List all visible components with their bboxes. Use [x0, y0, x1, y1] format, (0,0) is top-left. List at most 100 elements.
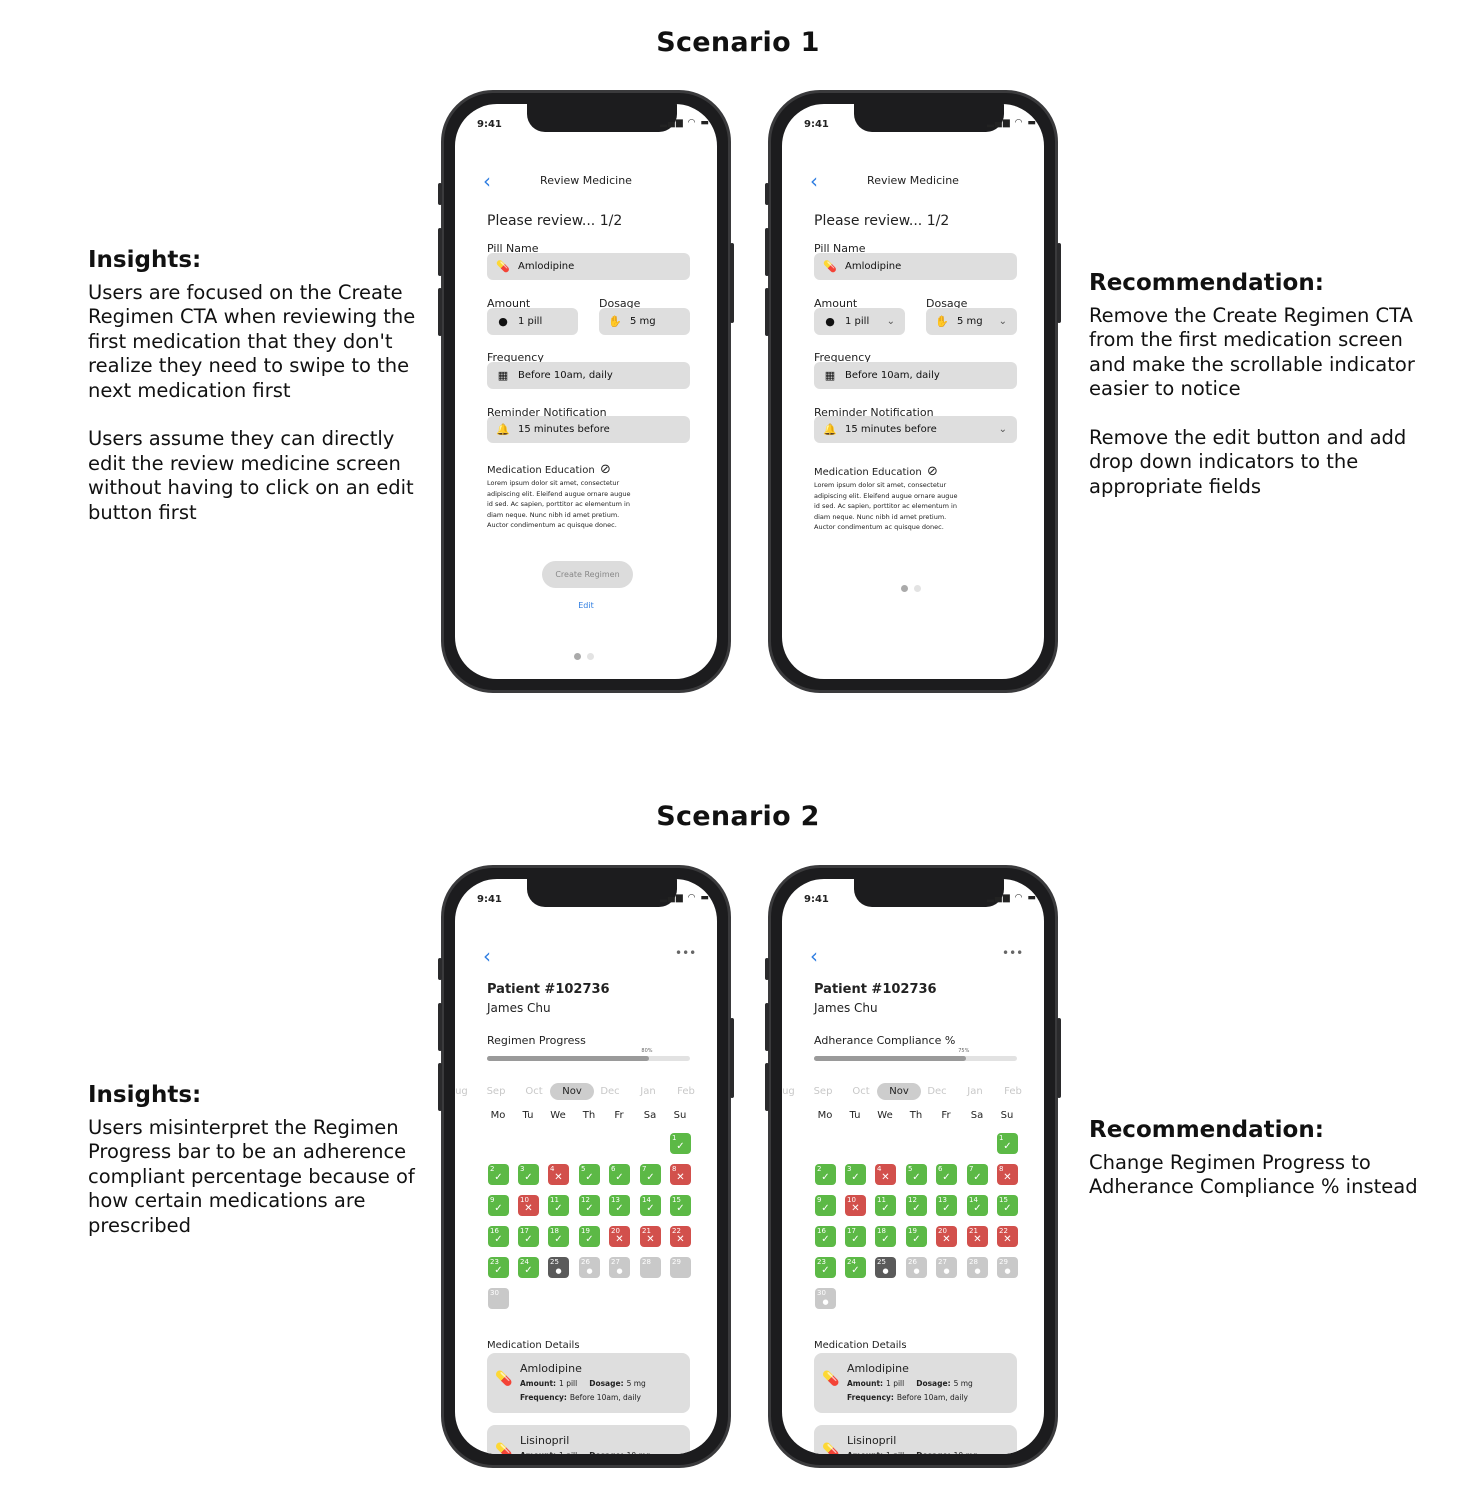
insight-text: Users assume they can directly edit the … — [88, 427, 414, 524]
calendar-day-2[interactable]: 2 ✓ — [488, 1164, 509, 1185]
chevron-down-icon[interactable]: ⌄ — [999, 424, 1007, 435]
create-regimen-button[interactable]: Create Regimen — [542, 561, 633, 588]
calendar-day-19[interactable]: 19 ✓ — [579, 1226, 600, 1247]
calendar-day-16[interactable]: 16 ✓ — [488, 1226, 509, 1247]
calendar-day-27[interactable]: 27 ● — [936, 1257, 957, 1278]
calendar-day-27[interactable]: 27 ● — [609, 1257, 630, 1278]
calendar-day-7[interactable]: 7 ✓ — [640, 1164, 661, 1185]
dosage-field[interactable]: ✋ 5 mg — [599, 308, 690, 335]
calendar-day-25[interactable]: 25 ● — [548, 1257, 569, 1278]
calendar-day-26[interactable]: 26 ● — [906, 1257, 927, 1278]
amount-field[interactable]: ● 1 pill — [487, 308, 578, 335]
calendar-day-7[interactable]: 7 ✓ — [967, 1164, 988, 1185]
check-icon: ✓ — [973, 1203, 982, 1214]
calendar-day-6[interactable]: 6 ✓ — [609, 1164, 630, 1185]
insight-text: Users are focused on the Create Regimen … — [88, 280, 416, 402]
month-tab-feb[interactable]: Feb — [664, 1083, 708, 1100]
calendar-day-8[interactable]: 8 ✕ — [997, 1164, 1018, 1185]
calendar-day-18[interactable]: 18 ✓ — [548, 1226, 569, 1247]
calendar-day-8[interactable]: 8 ✕ — [670, 1164, 691, 1185]
calendar-day-12[interactable]: 12 ✓ — [579, 1195, 600, 1216]
month-tab-feb[interactable]: Feb — [991, 1083, 1035, 1100]
calendar-day-29[interactable]: 29 ● — [997, 1257, 1018, 1278]
calendar-day-14[interactable]: 14 ✓ — [640, 1195, 661, 1216]
calendar-day-3[interactable]: 3 ✓ — [845, 1164, 866, 1185]
calendar-day-1[interactable]: 1 ✓ — [997, 1133, 1018, 1154]
calendar-day-1[interactable]: 1 ✓ — [670, 1133, 691, 1154]
amount-label: Amount: — [520, 1451, 556, 1454]
calendar-day-15[interactable]: 15 ✓ — [670, 1195, 691, 1216]
medication-card[interactable]: 💊 Lisinopril Amount:1 pill Dosage: 10 mg — [487, 1425, 690, 1454]
calendar-day-28[interactable]: 28 — [640, 1257, 661, 1278]
calendar-day-6[interactable]: 6 ✓ — [936, 1164, 957, 1185]
calendar-day-17[interactable]: 17 ✓ — [518, 1226, 539, 1247]
calendar-day-22[interactable]: 22 ✕ — [997, 1226, 1018, 1247]
calendar-day-22[interactable]: 22 ✕ — [670, 1226, 691, 1247]
calendar-day-12[interactable]: 12 ✓ — [906, 1195, 927, 1216]
back-chevron-icon[interactable]: ‹ — [483, 946, 491, 966]
calendar-day-20[interactable]: 20 ✕ — [609, 1226, 630, 1247]
calendar-day-18[interactable]: 18 ✓ — [875, 1226, 896, 1247]
calendar-day-25[interactable]: 25 ● — [875, 1257, 896, 1278]
chevron-down-icon[interactable]: ⌄ — [999, 316, 1007, 327]
calendar-day-14[interactable]: 14 ✓ — [967, 1195, 988, 1216]
calendar-day-4[interactable]: 4 ✕ — [548, 1164, 569, 1185]
calendar-day-17[interactable]: 17 ✓ — [845, 1226, 866, 1247]
calendar-day-2[interactable]: 2 ✓ — [815, 1164, 836, 1185]
dosage-field[interactable]: ✋ 5 mg ⌄ — [926, 308, 1017, 335]
power-button — [730, 1018, 734, 1098]
page-indicator-dot[interactable] — [574, 653, 581, 660]
calendar-day-9[interactable]: 9 ✓ — [488, 1195, 509, 1216]
page-indicator-dot[interactable] — [914, 585, 921, 592]
medication-card[interactable]: 💊 Amlodipine Amount: 1 pill Dosage: 5 mg Frequ… — [487, 1353, 690, 1413]
amount-field[interactable]: ● 1 pill ⌄ — [814, 308, 905, 335]
medication-card[interactable]: 💊 Amlodipine Amount: 1 pill Dosage: 5 mg Frequ… — [814, 1353, 1017, 1413]
calendar-day-30[interactable]: 30 ● — [815, 1288, 836, 1309]
medication-name: Amlodipine — [520, 1362, 582, 1375]
calendar-day-11[interactable]: 11 ✓ — [875, 1195, 896, 1216]
frequency-field[interactable]: ▦ Before 10am, daily — [814, 362, 1017, 389]
calendar-day-13[interactable]: 13 ✓ — [609, 1195, 630, 1216]
page-indicator-dot[interactable] — [587, 653, 594, 660]
calendar-day-10[interactable]: 10 ✕ — [845, 1195, 866, 1216]
calendar-clock-icon: ▦ — [824, 369, 836, 382]
more-options-icon[interactable]: ••• — [675, 946, 696, 960]
calendar-day-30[interactable]: 30 — [488, 1288, 509, 1309]
edit-link[interactable]: Edit — [455, 601, 717, 610]
calendar-day-21[interactable]: 21 ✕ — [967, 1226, 988, 1247]
calendar-day-19[interactable]: 19 ✓ — [906, 1226, 927, 1247]
calendar-day-29[interactable]: 29 — [670, 1257, 691, 1278]
calendar-day-21[interactable]: 21 ✕ — [640, 1226, 661, 1247]
calendar-day-20[interactable]: 20 ✕ — [936, 1226, 957, 1247]
calendar-day-16[interactable]: 16 ✓ — [815, 1226, 836, 1247]
calendar-day-24[interactable]: 24 ✓ — [518, 1257, 539, 1278]
calendar-day-9[interactable]: 9 ✓ — [815, 1195, 836, 1216]
calendar-day-5[interactable]: 5 ✓ — [579, 1164, 600, 1185]
dot-icon: ● — [586, 1267, 593, 1275]
calendar-day-4[interactable]: 4 ✕ — [875, 1164, 896, 1185]
progress-percent-label: 80% — [641, 1048, 653, 1054]
calendar-day-13[interactable]: 13 ✓ — [936, 1195, 957, 1216]
calendar-day-23[interactable]: 23 ✓ — [815, 1257, 836, 1278]
calendar-day-26[interactable]: 26 ● — [579, 1257, 600, 1278]
medication-card[interactable]: 💊 Lisinopril Amount:1 pill Dosage: 10 mg — [814, 1425, 1017, 1454]
calendar-day-15[interactable]: 15 ✓ — [997, 1195, 1018, 1216]
back-chevron-icon[interactable]: ‹ — [810, 946, 818, 966]
calendar-day-11[interactable]: 11 ✓ — [548, 1195, 569, 1216]
chevron-down-icon[interactable]: ⌄ — [887, 316, 895, 327]
pill-name-field[interactable]: 💊 Amlodipine — [487, 253, 690, 280]
more-options-icon[interactable]: ••• — [1002, 946, 1023, 960]
reminder-field[interactable]: 🔔 15 minutes before — [487, 416, 690, 443]
pill-name-field[interactable]: 💊 Amlodipine — [814, 253, 1017, 280]
calendar-day-23[interactable]: 23 ✓ — [488, 1257, 509, 1278]
calendar-day-3[interactable]: 3 ✓ — [518, 1164, 539, 1185]
page-indicator-dot[interactable] — [901, 585, 908, 592]
medication-details-label: Medication Details — [487, 1340, 580, 1351]
calendar-day-5[interactable]: 5 ✓ — [906, 1164, 927, 1185]
frequency-field[interactable]: ▦ Before 10am, daily — [487, 362, 690, 389]
calendar-day-28[interactable]: 28 ● — [967, 1257, 988, 1278]
calendar-day-24[interactable]: 24 ✓ — [845, 1257, 866, 1278]
status-time: 9:41 — [804, 894, 829, 905]
reminder-field[interactable]: 🔔 15 minutes before ⌄ — [814, 416, 1017, 443]
calendar-day-10[interactable]: 10 ✕ — [518, 1195, 539, 1216]
